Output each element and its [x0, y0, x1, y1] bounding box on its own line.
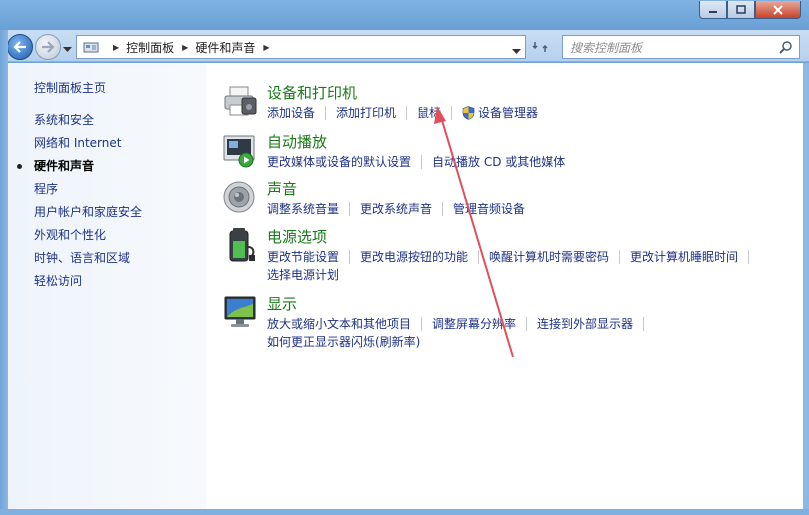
maximize-icon — [736, 5, 746, 14]
change-media-defaults-link[interactable]: 更改媒体或设备的默认设置 — [267, 154, 411, 170]
window-frame-bottom — [0, 509, 809, 515]
minimize-button[interactable] — [699, 1, 727, 19]
link-divider — [406, 106, 408, 120]
monitor-flicker-link[interactable]: 如何更正显示器闪烁(刷新率) — [267, 334, 420, 350]
history-dropdown[interactable] — [63, 42, 72, 56]
maximize-button[interactable] — [727, 1, 755, 19]
breadcrumb-separator-icon: ▶ — [113, 42, 120, 52]
device-manager-label: 设备管理器 — [478, 106, 539, 120]
category-title-display[interactable]: 显示 — [267, 294, 297, 314]
change-power-button-link[interactable]: 更改电源按钮的功能 — [360, 249, 468, 265]
navigation-bar: ▶ 控制面板 ▶ 硬件和声音 ▶ 搜索控制面板 — [0, 30, 809, 62]
category-title-autoplay[interactable]: 自动播放 — [267, 132, 327, 152]
shield-icon — [462, 106, 475, 120]
nav-item-user-accounts[interactable]: 用户帐户和家庭安全 — [34, 204, 142, 227]
control-panel-icon — [83, 42, 99, 53]
link-divider — [421, 155, 423, 169]
nav-item-hardware-sound[interactable]: 硬件和声音 — [16, 158, 142, 181]
choose-power-plan-link[interactable]: 选择电源计划 — [267, 267, 339, 283]
link-divider — [478, 250, 480, 264]
link-divider — [442, 202, 444, 216]
close-button[interactable] — [755, 1, 801, 19]
category-links: 放大或缩小文本和其他项目 调整屏幕分辨率 连接到外部显示器 如何更正显示器闪烁(… — [267, 316, 797, 350]
back-button[interactable] — [7, 34, 33, 60]
category-links: 更改媒体或设备的默认设置 自动播放 CD 或其他媒体 — [267, 154, 797, 170]
add-printer-link[interactable]: 添加打印机 — [336, 105, 396, 121]
address-bar[interactable]: ▶ 控制面板 ▶ 硬件和声音 ▶ — [76, 35, 526, 59]
screen-resolution-link[interactable]: 调整屏幕分辨率 — [432, 316, 516, 332]
link-divider — [643, 317, 645, 331]
category-links: 添加设备 添加打印机 鼠标 设备管理器 — [267, 105, 797, 121]
arrow-right-icon — [42, 41, 55, 53]
search-icon[interactable] — [779, 40, 793, 54]
window-controls — [699, 1, 801, 19]
mouse-link[interactable]: 鼠标 — [417, 105, 441, 121]
breadcrumb-hardware-sound[interactable]: 硬件和声音 — [195, 39, 255, 56]
nav-item-ease-of-access[interactable]: 轻松访问 — [34, 273, 142, 296]
minimize-icon — [709, 10, 717, 13]
arrow-left-icon — [13, 41, 26, 53]
adjust-volume-link[interactable]: 调整系统音量 — [267, 201, 339, 217]
breadcrumb-control-panel[interactable]: 控制面板 — [126, 39, 174, 56]
title-bar — [0, 0, 809, 30]
nav-item-clock-language[interactable]: 时钟、语言和区域 — [34, 250, 142, 273]
category-links: 调整系统音量 更改系统声音 管理音频设备 — [267, 201, 797, 217]
nav-item-network-internet[interactable]: 网络和 Internet — [34, 135, 142, 158]
change-power-saving-link[interactable]: 更改节能设置 — [267, 249, 339, 265]
link-divider — [349, 250, 351, 264]
link-divider — [421, 317, 423, 331]
breadcrumb-separator-icon[interactable]: ▶ — [182, 43, 188, 52]
nav-item-system-security[interactable]: 系统和安全 — [34, 112, 142, 135]
link-divider — [526, 317, 528, 331]
window-frame-right — [803, 63, 809, 515]
control-panel-home-link[interactable]: 控制面板主页 — [34, 79, 106, 96]
main-content-pane: 设备和打印机 添加设备 添加打印机 鼠标 设备管理器 自动播放 更改媒体或设备的… — [206, 63, 803, 509]
speaker-icon[interactable] — [222, 179, 258, 215]
link-divider — [451, 106, 453, 120]
link-divider — [748, 250, 750, 264]
breadcrumb-separator-icon[interactable]: ▶ — [263, 43, 269, 52]
monitor-icon[interactable] — [222, 294, 258, 330]
category-nav-list: 系统和安全 网络和 Internet 硬件和声音 程序 用户帐户和家庭安全 外观… — [16, 112, 142, 296]
link-divider — [349, 202, 351, 216]
address-dropdown[interactable] — [512, 44, 521, 58]
link-divider — [325, 106, 327, 120]
autoplay-cd-link[interactable]: 自动播放 CD 或其他媒体 — [432, 154, 565, 170]
chevron-down-icon — [63, 47, 72, 52]
category-links: 更改节能设置 更改电源按钮的功能 唤醒计算机时需要密码 更改计算机睡眠时间 选择… — [267, 249, 797, 283]
link-divider — [619, 250, 621, 264]
window-frame-left — [0, 30, 8, 515]
device-manager-link[interactable]: 设备管理器 — [462, 105, 538, 121]
add-device-link[interactable]: 添加设备 — [267, 105, 315, 121]
autoplay-icon[interactable] — [222, 132, 258, 168]
left-nav-pane: 控制面板主页 系统和安全 网络和 Internet 硬件和声音 程序 用户帐户和… — [8, 63, 206, 509]
external-display-link[interactable]: 连接到外部显示器 — [537, 316, 633, 332]
search-placeholder: 搜索控制面板 — [570, 40, 643, 55]
change-system-sounds-link[interactable]: 更改系统声音 — [360, 201, 432, 217]
category-title-devices-printers[interactable]: 设备和打印机 — [267, 83, 357, 103]
refresh-icon — [532, 42, 548, 52]
require-password-on-wake-link[interactable]: 唤醒计算机时需要密码 — [489, 249, 609, 265]
category-title-sound[interactable]: 声音 — [267, 179, 297, 199]
manage-audio-devices-link[interactable]: 管理音频设备 — [453, 201, 525, 217]
search-input[interactable]: 搜索控制面板 — [562, 35, 800, 59]
battery-icon[interactable] — [222, 227, 258, 263]
close-icon — [773, 4, 783, 15]
text-size-link[interactable]: 放大或缩小文本和其他项目 — [267, 316, 411, 332]
refresh-button[interactable] — [530, 37, 550, 57]
forward-button[interactable] — [35, 34, 61, 60]
nav-item-appearance[interactable]: 外观和个性化 — [34, 227, 142, 250]
printer-icon[interactable] — [222, 83, 258, 119]
chevron-down-icon — [512, 49, 521, 54]
change-sleep-time-link[interactable]: 更改计算机睡眠时间 — [630, 249, 738, 265]
category-title-power-options[interactable]: 电源选项 — [267, 227, 327, 247]
nav-item-programs[interactable]: 程序 — [34, 181, 142, 204]
